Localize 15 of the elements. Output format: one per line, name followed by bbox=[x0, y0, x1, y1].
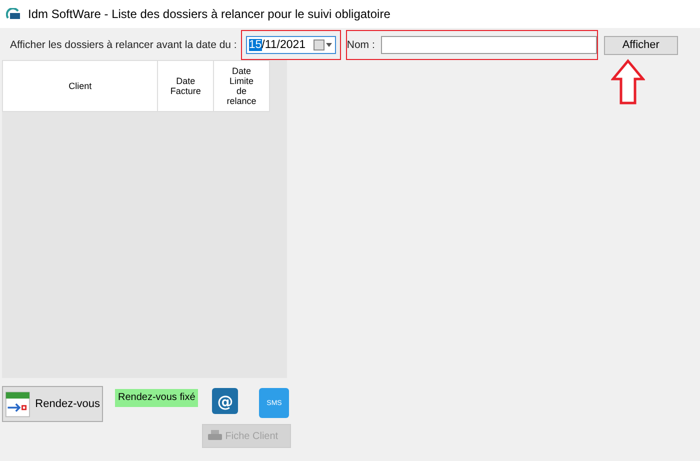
column-header[interactable]: Date Limite de relance bbox=[214, 61, 269, 111]
window-title: Idm SoftWare - Liste des dossiers à relancer pour le suivi obligatoire bbox=[28, 7, 390, 21]
appointment-status: Rendez-vous fixé bbox=[115, 389, 198, 407]
appointment-button[interactable]: Rendez-vous bbox=[2, 386, 103, 422]
name-field[interactable] bbox=[380, 36, 597, 54]
arrow-icon bbox=[611, 59, 645, 105]
search-button[interactable]: Afficher bbox=[604, 36, 678, 54]
column-header[interactable]: Date Facture bbox=[158, 61, 214, 111]
app-logo-icon bbox=[6, 8, 22, 20]
calendar-dropdown-icon[interactable] bbox=[312, 39, 333, 51]
column-header[interactable]: Client bbox=[3, 61, 158, 111]
printer-icon bbox=[208, 430, 222, 442]
date-label: Afficher les dossiers à relancer avant la date du : bbox=[10, 39, 237, 51]
name-label: Nom : bbox=[346, 39, 375, 51]
email-button[interactable]: @ bbox=[212, 388, 238, 414]
